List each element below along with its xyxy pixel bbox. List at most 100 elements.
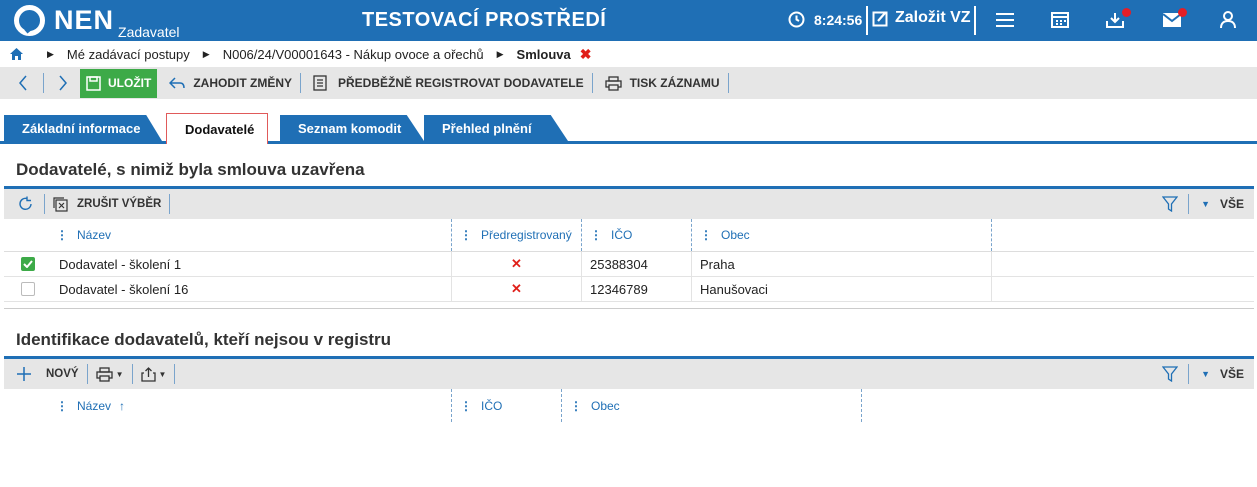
column-header-name[interactable]: ⋮ Název (4, 219, 452, 251)
section-title: Dodavatelé, s nimiž byla smlouva uzavřen… (4, 153, 1254, 189)
select-all-label[interactable]: VŠE (1220, 197, 1244, 211)
column-label: Název (77, 228, 112, 242)
cell-text: Hanušovaci (700, 281, 768, 297)
nen-logo[interactable]: NEN Zadavatel (14, 5, 180, 40)
column-label: Obec (591, 398, 620, 413)
table-row[interactable]: Dodavatel - školení 16 ✕ 12346789 Hanušo… (4, 277, 1254, 302)
name-cell: Dodavatel - školení 1 (4, 252, 452, 276)
menu-icon[interactable] (996, 12, 1014, 28)
divider (974, 6, 976, 35)
tab-label: Základní informace (22, 120, 141, 136)
calendar-icon[interactable] (1051, 12, 1069, 28)
tab-label: Dodavatelé (185, 121, 255, 137)
divider (174, 364, 176, 384)
divider (727, 73, 729, 93)
cross-icon: ✕ (511, 281, 522, 296)
grid-right-tools: ▼ VŠE (1162, 359, 1244, 389)
filter-icon[interactable] (1162, 366, 1179, 382)
tab-bar: Základní informace Seznam komodit Přehle… (0, 111, 1257, 144)
row-checkbox[interactable] (21, 282, 35, 296)
discard-label: ZAHODIT ZMĚNY (193, 76, 292, 90)
column-label: Obec (721, 228, 750, 242)
contracted-suppliers-panel: Dodavatelé, s nimiž byla smlouva uzavřen… (4, 153, 1254, 309)
divider (866, 6, 868, 35)
undo-icon (169, 77, 186, 89)
new-button[interactable]: NOVÝ (4, 362, 87, 386)
column-menu-icon[interactable]: ⋮ (460, 399, 472, 413)
chevron-right-icon: ▶ (496, 48, 504, 59)
divider (1188, 364, 1190, 384)
discard-changes-button[interactable]: ZAHODIT ZMĚNY (161, 71, 300, 95)
preregister-supplier-button[interactable]: PŘEDBĚŽNĚ REGISTROVAT DODAVATELE (305, 71, 592, 95)
home-icon[interactable] (10, 48, 23, 60)
chevron-right-icon: ▶ (202, 48, 210, 59)
column-header-obec[interactable]: ⋮ Obec (562, 389, 862, 422)
column-header-ico[interactable]: ⋮ IČO (582, 219, 692, 251)
unregistered-suppliers-panel: Identifikace dodavatelů, kteří nejsou v … (4, 323, 1254, 487)
user-icon[interactable] (1220, 11, 1236, 29)
filter-icon[interactable] (1162, 196, 1179, 212)
refresh-icon[interactable] (18, 196, 34, 212)
grid-toolbar: NOVÝ ▼ ▼ ▼ VŠE (4, 359, 1254, 389)
document-icon (313, 75, 327, 91)
caret-down-icon: ▼ (158, 369, 167, 379)
save-label: ULOŽIT (108, 76, 152, 90)
nen-logo-icon (14, 5, 45, 36)
breadcrumb-item[interactable]: N006/24/V00001643 - Nákup ovoce a ořechů (223, 47, 484, 62)
inbox-icon[interactable] (1106, 12, 1124, 28)
column-label: Název (77, 398, 112, 413)
column-menu-icon[interactable]: ⋮ (56, 228, 68, 242)
forward-icon[interactable] (58, 75, 68, 91)
caret-down-icon: ▼ (115, 369, 124, 379)
caret-down-icon[interactable]: ▼ (1201, 369, 1210, 379)
select-all-label[interactable]: VŠE (1220, 367, 1244, 381)
column-menu-icon[interactable]: ⋮ (460, 228, 472, 242)
close-icon[interactable]: ✖ (580, 46, 592, 63)
column-header-obec[interactable]: ⋮ Obec (692, 219, 992, 251)
tab-basic-info[interactable]: Základní informace (4, 115, 162, 141)
create-tender-button[interactable]: Založit VZ (872, 9, 971, 27)
breadcrumb-item[interactable]: Mé zadávací postupy (67, 47, 190, 62)
column-menu-icon[interactable]: ⋮ (700, 228, 712, 242)
print-menu-button[interactable]: ▼ (88, 362, 132, 386)
print-record-button[interactable]: TISK ZÁZNAMU (597, 71, 728, 95)
column-header-preregistered[interactable]: ⋮ Předregistrovaný (452, 219, 582, 251)
column-label: IČO (481, 398, 503, 413)
cell-text: 12346789 (590, 281, 648, 297)
save-button[interactable]: ULOŽIT (80, 68, 158, 98)
tab-suppliers[interactable]: Dodavatelé (166, 113, 268, 144)
column-menu-icon[interactable]: ⋮ (56, 399, 68, 413)
session-clock: 8:24:56 (788, 11, 862, 28)
divider (169, 194, 171, 214)
clock-icon (788, 11, 805, 28)
column-menu-icon[interactable]: ⋮ (570, 399, 582, 413)
edit-icon (872, 11, 888, 26)
check-icon (23, 260, 33, 268)
grid-right-tools: ▼ VŠE (1162, 189, 1244, 219)
back-icon[interactable] (18, 75, 28, 91)
divider (300, 73, 301, 93)
breadcrumb: ▶ Mé zadávací postupy ▶ N006/24/V0000164… (0, 41, 1257, 67)
grid-toolbar: ZRUŠIT VÝBĚR ▼ VŠE (4, 189, 1254, 219)
section-title: Identifikace dodavatelů, kteří nejsou v … (4, 323, 1254, 359)
environment-title: TESTOVACÍ PROSTŘEDÍ (362, 9, 607, 31)
cell-text: Praha (700, 256, 735, 272)
notification-badge (1122, 8, 1131, 17)
table-row[interactable]: Dodavatel - školení 1 ✕ 25388304 Praha (4, 252, 1254, 277)
floppy-icon (86, 75, 101, 91)
column-header-ico[interactable]: ⋮ IČO (452, 389, 562, 422)
export-menu-button[interactable]: ▼ (133, 362, 175, 386)
row-checkbox[interactable] (21, 257, 35, 271)
clear-selection-button[interactable]: ZRUŠIT VÝBĚR (45, 192, 169, 216)
top-bar: NEN Zadavatel TESTOVACÍ PROSTŘEDÍ 8:24:5… (0, 0, 1257, 41)
printer-icon (604, 75, 622, 91)
column-header-name[interactable]: ⋮ Název ↑ (4, 389, 452, 422)
column-menu-icon[interactable]: ⋮ (590, 228, 602, 242)
tab-commodity-list[interactable]: Seznam komodit (280, 115, 424, 141)
tab-fulfillment-overview[interactable]: Přehled plnění (424, 115, 568, 141)
clear-selection-icon (53, 196, 68, 212)
caret-down-icon[interactable]: ▼ (1201, 199, 1210, 209)
export-icon (140, 366, 156, 382)
print-label: TISK ZÁZNAMU (629, 76, 720, 90)
tab-label: Přehled plnění (442, 120, 532, 136)
